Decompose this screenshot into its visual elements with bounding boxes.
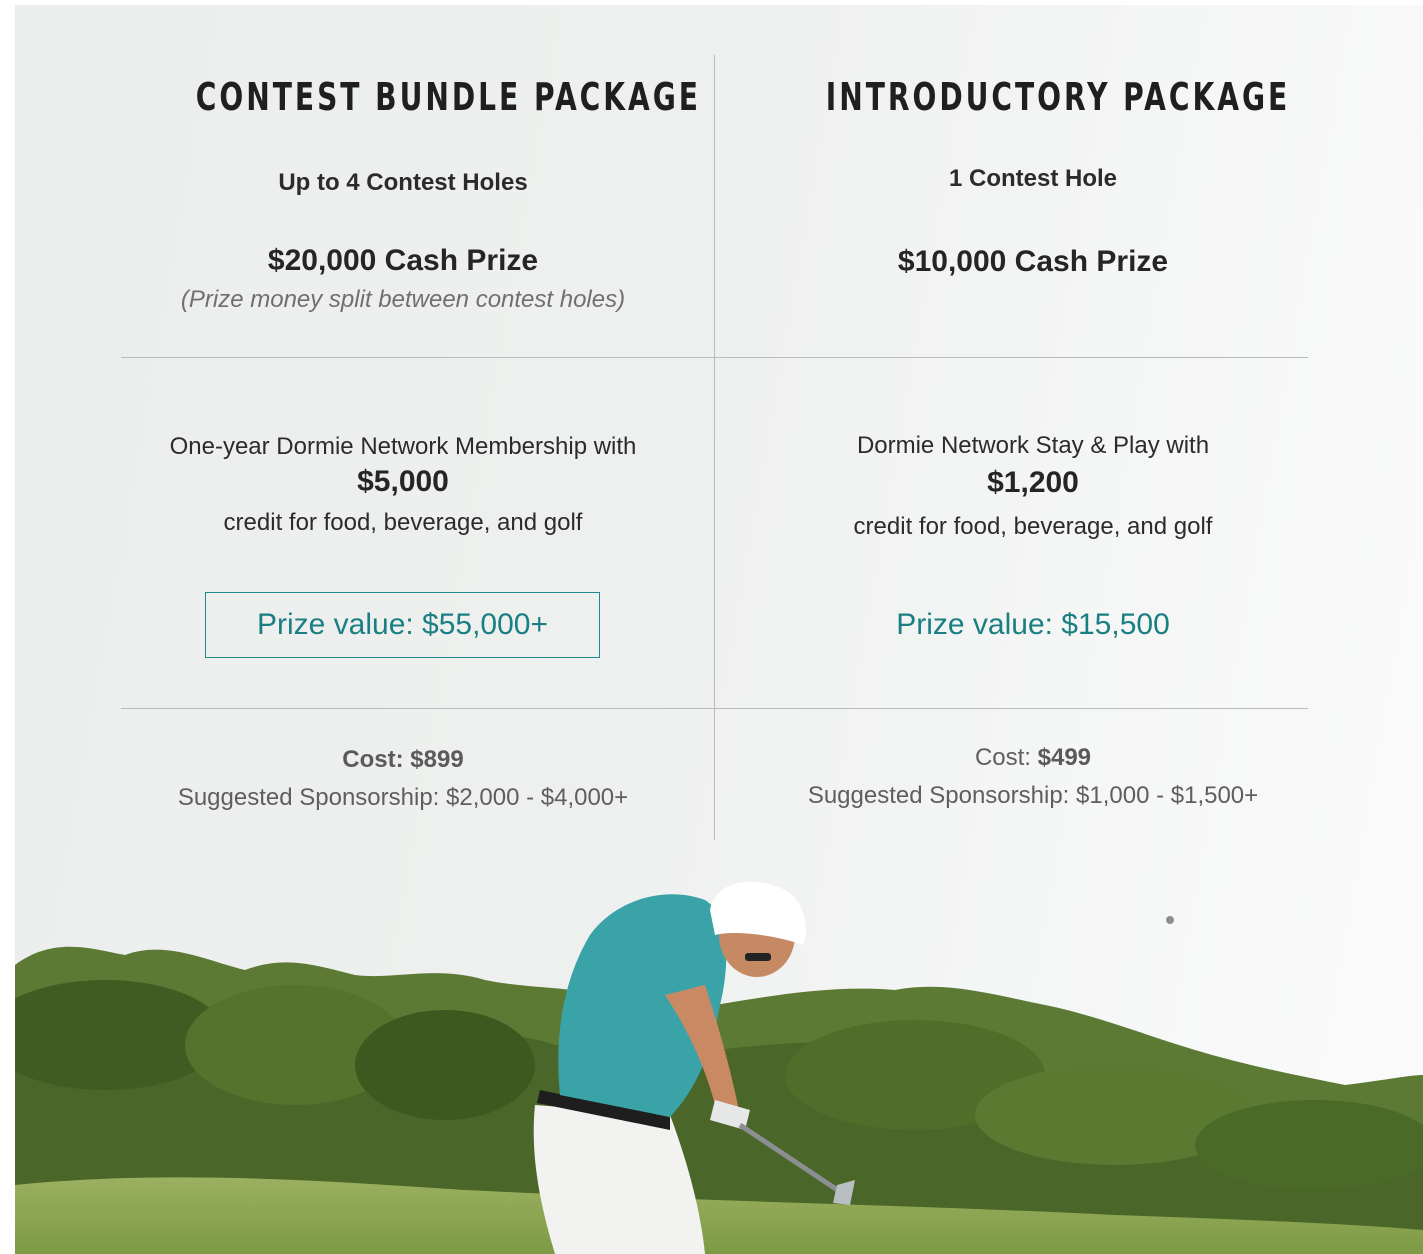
membership-line: Dormie Network Stay & Play with <box>856 432 1210 459</box>
package-title: CONTEST BUNDLE PACKAGE <box>195 75 701 119</box>
packages-panel: CONTEST BUNDLE PACKAGE Up to 4 Contest H… <box>15 5 1423 1254</box>
contest-holes: Up to 4 Contest Holes <box>278 169 528 196</box>
suggested-sponsorship: Suggested Sponsorship: $2,000 - $4,000+ <box>177 784 629 811</box>
cash-prize: $10,000 Cash Prize <box>897 245 1169 278</box>
cash-prize: $20,000 Cash Prize <box>267 244 539 277</box>
credit-description: credit for food, beverage, and golf <box>853 513 1213 540</box>
row-divider-bottom <box>121 708 1308 709</box>
cost-value: $499 <box>1037 744 1092 771</box>
credit-amount: $1,200 <box>987 466 1079 499</box>
cost: Cost: $499 <box>753 744 1313 772</box>
prize-split-note: (Prize money split between contest holes… <box>180 286 626 313</box>
cost-label: Cost: <box>974 744 1038 771</box>
suggested-sponsorship: Suggested Sponsorship: $1,000 - $1,500+ <box>807 782 1259 809</box>
prize-value: Prize value: $15,500 <box>896 608 1170 641</box>
package-title: INTRODUCTORY PACKAGE <box>825 75 1291 119</box>
row-divider-top <box>121 357 1308 358</box>
credit-description: credit for food, beverage, and golf <box>223 509 583 536</box>
prize-value-box: Prize value: $55,000+ <box>205 592 600 658</box>
cost-value: Cost: $899 <box>342 746 464 773</box>
contest-holes: 1 Contest Hole <box>948 165 1118 192</box>
credit-amount: $5,000 <box>357 465 449 498</box>
column-divider <box>714 55 715 840</box>
membership-line: One-year Dormie Network Membership with <box>169 433 637 460</box>
cost: Cost: $899 <box>123 746 683 774</box>
prize-value: Prize value: $55,000+ <box>256 608 549 641</box>
